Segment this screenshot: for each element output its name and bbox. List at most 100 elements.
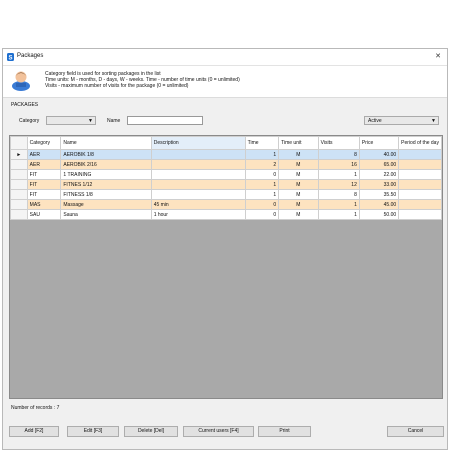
- cell-period[interactable]: [398, 159, 442, 170]
- row-header: [10, 209, 28, 220]
- add-button[interactable]: Add [F2]: [9, 426, 59, 437]
- table-row[interactable]: SAU Sauna 1 hour 0 M 1 50.00: [10, 209, 442, 220]
- cell-time[interactable]: 1: [244, 189, 280, 200]
- column-header-time[interactable]: Time: [244, 136, 280, 150]
- edit-button[interactable]: Edit [F3]: [67, 426, 119, 437]
- packages-window: S Packages ✕ Category field is used for …: [2, 48, 448, 450]
- category-select[interactable]: ▼: [46, 116, 96, 125]
- cell-time-unit[interactable]: M: [278, 179, 319, 190]
- cell-visits[interactable]: 8: [317, 149, 360, 160]
- close-icon: ✕: [435, 53, 441, 60]
- cell-period[interactable]: [398, 209, 442, 220]
- cell-description[interactable]: [150, 179, 246, 190]
- column-header-visits[interactable]: Visits: [317, 136, 360, 150]
- cell-visits[interactable]: 1: [317, 199, 360, 210]
- cell-period[interactable]: [398, 149, 442, 160]
- cell-price[interactable]: 33.00: [358, 179, 400, 190]
- cell-time[interactable]: 0: [244, 199, 280, 210]
- row-header: [10, 169, 28, 180]
- cell-period[interactable]: [398, 169, 442, 180]
- cell-visits[interactable]: 1: [317, 209, 360, 220]
- cell-name[interactable]: FITNES 1/12: [60, 179, 152, 190]
- cell-time-unit[interactable]: M: [278, 149, 319, 160]
- cell-time-unit[interactable]: M: [278, 189, 319, 200]
- cell-name[interactable]: AEROBIK 1/8: [60, 149, 152, 160]
- row-header-corner: [10, 136, 28, 150]
- cell-price[interactable]: 45.00: [358, 199, 400, 210]
- table-row[interactable]: MAS Massage 45 min 0 M 1 45.00: [10, 199, 442, 210]
- cell-name[interactable]: 1 TRAINING: [60, 169, 152, 180]
- cell-category[interactable]: FIT: [26, 169, 62, 180]
- info-panel: Category field is used for sorting packa…: [3, 66, 447, 98]
- cell-name[interactable]: Massage: [60, 199, 152, 210]
- cell-price[interactable]: 50.00: [358, 209, 400, 220]
- cell-description[interactable]: [150, 189, 246, 200]
- table-row[interactable]: FIT FITNES 1/12 1 M 12 33.00: [10, 179, 442, 190]
- svg-text:S: S: [8, 55, 12, 61]
- cell-visits[interactable]: 1: [317, 169, 360, 180]
- cell-time[interactable]: 2: [244, 159, 280, 170]
- category-label: Category: [19, 118, 40, 124]
- window-title: Packages: [17, 53, 44, 59]
- cell-category[interactable]: AER: [26, 159, 62, 170]
- status-select[interactable]: Active ▼: [364, 116, 439, 125]
- cell-period[interactable]: [398, 199, 442, 210]
- column-header-description[interactable]: Description: [150, 136, 246, 150]
- delete-button[interactable]: Delete [Del]: [124, 426, 178, 437]
- cell-time[interactable]: 1: [244, 179, 280, 190]
- print-button[interactable]: Print: [258, 426, 311, 437]
- cell-price[interactable]: 65.00: [358, 159, 400, 170]
- name-label: Name: [107, 118, 121, 124]
- cell-period[interactable]: [398, 179, 442, 190]
- cell-price[interactable]: 35.50: [358, 189, 400, 200]
- cell-time[interactable]: 0: [244, 209, 280, 220]
- cell-name[interactable]: AEROBIK 2/16: [60, 159, 152, 170]
- cancel-button[interactable]: Cancel: [387, 426, 444, 437]
- user-avatar-icon: [12, 71, 30, 91]
- info-line: Visits - maximum number of visits for th…: [45, 83, 189, 89]
- cell-time-unit[interactable]: M: [278, 209, 319, 220]
- packages-grid[interactable]: Category Name Description Time Time unit…: [9, 135, 443, 399]
- cell-time-unit[interactable]: M: [278, 159, 319, 170]
- cell-category[interactable]: FIT: [26, 189, 62, 200]
- table-row[interactable]: AER AEROBIK 2/16 2 M 16 65.00: [10, 159, 442, 170]
- column-header-name[interactable]: Name: [60, 136, 152, 150]
- cell-description[interactable]: 45 min: [150, 199, 246, 210]
- cell-category[interactable]: MAS: [26, 199, 62, 210]
- cell-price[interactable]: 22.00: [358, 169, 400, 180]
- row-header: [10, 159, 28, 170]
- cell-category[interactable]: SAU: [26, 209, 62, 220]
- row-header: [10, 189, 28, 200]
- column-header-period[interactable]: Period of the day: [398, 136, 442, 150]
- packages-table: Category Name Description Time Time unit…: [10, 136, 442, 220]
- column-header-category[interactable]: Category: [26, 136, 62, 150]
- cell-description[interactable]: [150, 169, 246, 180]
- cell-visits[interactable]: 12: [317, 179, 360, 190]
- cell-time[interactable]: 0: [244, 169, 280, 180]
- close-button[interactable]: ✕: [433, 52, 443, 62]
- cell-period[interactable]: [398, 189, 442, 200]
- cell-time[interactable]: 1: [244, 149, 280, 160]
- table-row[interactable]: ► AER AEROBIK 1/8 1 M 8 40.00: [10, 149, 442, 160]
- cell-description[interactable]: 1 hour: [150, 209, 246, 220]
- cell-description[interactable]: [150, 149, 246, 160]
- current-users-button[interactable]: Current users [F4]: [183, 426, 254, 437]
- table-row[interactable]: FIT FITNESS 1/8 1 M 8 35.50: [10, 189, 442, 200]
- record-count: Number of records : 7: [11, 405, 60, 411]
- cell-category[interactable]: AER: [26, 149, 62, 160]
- cell-description[interactable]: [150, 159, 246, 170]
- cell-category[interactable]: FIT: [26, 179, 62, 190]
- column-header-time-unit[interactable]: Time unit: [278, 136, 319, 150]
- cell-price[interactable]: 40.00: [358, 149, 400, 160]
- cell-visits[interactable]: 16: [317, 159, 360, 170]
- cell-time-unit[interactable]: M: [278, 169, 319, 180]
- cell-name[interactable]: Sauna: [60, 209, 152, 220]
- chevron-down-icon: ▼: [431, 118, 436, 124]
- title-bar: S Packages ✕: [3, 49, 447, 66]
- cell-time-unit[interactable]: M: [278, 199, 319, 210]
- column-header-price[interactable]: Price: [358, 136, 400, 150]
- table-row[interactable]: FIT 1 TRAINING 0 M 1 22.00: [10, 169, 442, 180]
- name-input[interactable]: [127, 116, 203, 125]
- cell-name[interactable]: FITNESS 1/8: [60, 189, 152, 200]
- cell-visits[interactable]: 8: [317, 189, 360, 200]
